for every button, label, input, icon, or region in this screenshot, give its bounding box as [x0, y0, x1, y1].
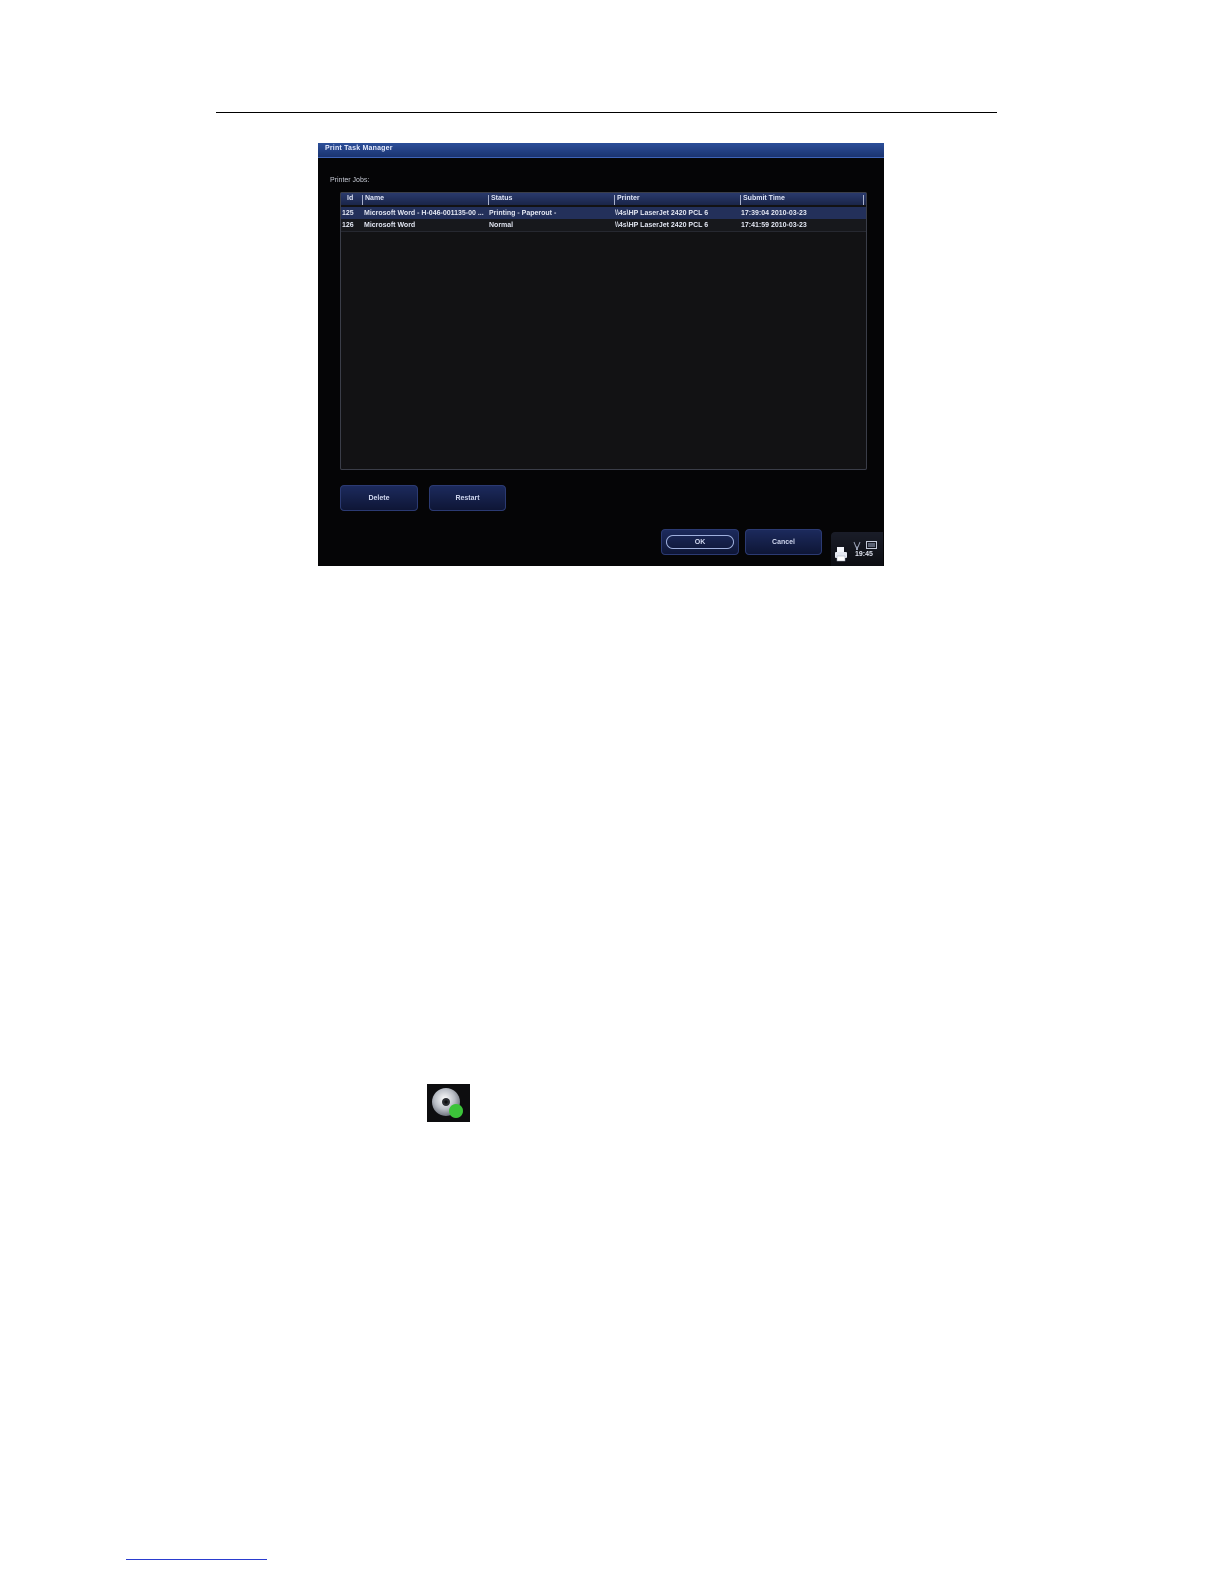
cell-id: 126 — [342, 222, 354, 229]
ok-button[interactable]: OK — [661, 529, 739, 555]
dialog-title: Print Task Manager — [325, 145, 393, 152]
cell-name: Microsoft Word — [364, 222, 416, 229]
clock-time: 19:45 — [855, 551, 873, 558]
cell-printer: \\4s\HP LaserJet 2420 PCL 6 — [615, 210, 709, 217]
column-header-submit-time[interactable]: Submit Time — [740, 195, 864, 205]
cancel-button-label: Cancel — [772, 538, 795, 546]
header-rule — [216, 112, 997, 113]
cell-name: Microsoft Word - H-046-001135-00 ... — [364, 210, 484, 217]
column-header-printer[interactable]: Printer — [614, 195, 740, 205]
cell-submit-time: 17:39:04 2010-03-23 — [741, 210, 807, 217]
printer-jobs-table[interactable]: Id Name Status Printer Submit Time 125 M… — [340, 192, 867, 470]
restart-button[interactable]: Restart — [429, 485, 506, 511]
print-task-manager-dialog: Print Task Manager Printer Jobs: Id Name… — [318, 143, 884, 566]
ok-button-label: OK — [694, 538, 706, 546]
column-header-name[interactable]: Name — [362, 195, 488, 205]
ok-button-focus-ring: OK — [666, 535, 734, 549]
delete-button-label: Delete — [368, 494, 390, 502]
dialog-titlebar: Print Task Manager — [318, 143, 884, 158]
cell-status: Normal — [489, 222, 514, 229]
cancel-button[interactable]: Cancel — [745, 529, 822, 555]
restart-button-label: Restart — [455, 494, 480, 502]
cell-submit-time: 17:41:59 2010-03-23 — [741, 222, 807, 229]
system-tray: 19:45 — [831, 532, 883, 566]
delete-button[interactable]: Delete — [340, 485, 418, 511]
table-header: Id Name Status Printer Submit Time — [341, 193, 866, 205]
table-row[interactable]: 126 Microsoft Word Normal \\4s\HP LaserJ… — [341, 219, 866, 232]
cell-status: Printing - Paperout - — [489, 210, 557, 217]
cell-printer: \\4s\HP LaserJet 2420 PCL 6 — [615, 222, 709, 229]
column-header-status[interactable]: Status — [488, 195, 614, 205]
footer-link-underline[interactable] — [126, 1559, 267, 1560]
column-header-id[interactable]: Id — [345, 195, 362, 205]
cell-id: 125 — [342, 210, 354, 217]
printer-jobs-label: Printer Jobs: — [330, 177, 370, 184]
disc-icon — [427, 1084, 470, 1122]
printer-icon[interactable] — [834, 546, 848, 566]
table-row[interactable]: 125 Microsoft Word - H-046-001135-00 ...… — [341, 207, 866, 219]
